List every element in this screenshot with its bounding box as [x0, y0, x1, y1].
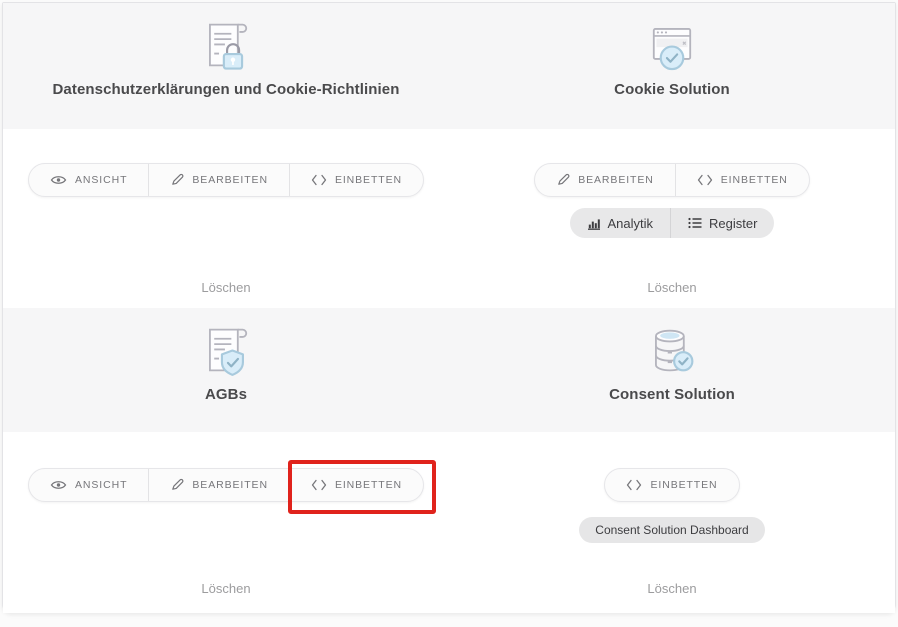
button-label: EINBETTEN — [335, 479, 402, 491]
button-label: BEARBEITEN — [192, 174, 268, 186]
privacy-view-button[interactable]: ANSICHT — [29, 164, 148, 196]
eye-icon — [50, 479, 67, 491]
privacy-actions: ANSICHT BEARBEITEN EINBETTEN Löschen — [3, 129, 449, 308]
actions-row-2: ANSICHT BEARBEITEN EINBETTEN Löschen — [3, 432, 895, 613]
agb-actions: ANSICHT BEARBEITEN EINBETTEN Löschen — [3, 432, 449, 613]
button-label: Analytik — [608, 216, 654, 231]
button-label: BEARBEITEN — [192, 479, 268, 491]
privacy-edit-button[interactable]: BEARBEITEN — [148, 164, 289, 196]
tile-title: AGBs — [205, 386, 247, 403]
cookie-edit-button[interactable]: BEARBEITEN — [535, 164, 675, 196]
cookie-register-button[interactable]: Register — [670, 208, 774, 238]
button-label: EINBETTEN — [721, 174, 788, 186]
cookie-secondary-group: Analytik Register — [570, 208, 775, 238]
code-icon — [626, 479, 642, 491]
tile-consent-solution: Consent Solution — [449, 308, 895, 432]
privacy-button-group: ANSICHT BEARBEITEN EINBETTEN — [28, 163, 424, 197]
tile-privacy-policies: Datenschutzerklärungen und Cookie-Richtl… — [3, 3, 449, 129]
agb-delete-link[interactable]: Löschen — [201, 581, 250, 596]
eye-icon — [50, 174, 67, 186]
privacy-delete-link[interactable]: Löschen — [201, 280, 250, 295]
actions-row-1: ANSICHT BEARBEITEN EINBETTEN Löschen — [3, 129, 895, 308]
button-label: BEARBEITEN — [578, 174, 654, 186]
pencil-icon — [556, 173, 570, 187]
document-lock-icon — [196, 14, 256, 76]
consent-delete-link[interactable]: Löschen — [647, 581, 696, 596]
tile-agb: AGBs — [3, 308, 449, 432]
cookie-solution-actions: BEARBEITEN EINBETTEN — [449, 129, 895, 308]
cookie-embed-button[interactable]: EINBETTEN — [675, 164, 809, 196]
tiles-row-1: Datenschutzerklärungen und Cookie-Richtl… — [3, 3, 895, 129]
tiles-row-2: AGBs Consent Solution — [3, 308, 895, 432]
button-label: ANSICHT — [75, 479, 127, 491]
cookie-button-group: BEARBEITEN EINBETTEN — [534, 163, 810, 197]
button-label: EINBETTEN — [335, 174, 402, 186]
button-label: Register — [709, 216, 757, 231]
code-icon — [697, 174, 713, 186]
browser-cookie-check-icon — [642, 14, 702, 76]
code-icon — [311, 174, 327, 186]
privacy-embed-button[interactable]: EINBETTEN — [289, 164, 423, 196]
agb-button-group: ANSICHT BEARBEITEN EINBETTEN — [28, 468, 424, 502]
tile-title: Datenschutzerklärungen und Cookie-Richtl… — [52, 81, 399, 98]
list-icon — [688, 217, 702, 229]
agb-view-button[interactable]: ANSICHT — [29, 469, 148, 501]
button-label: ANSICHT — [75, 174, 127, 186]
cookie-analytics-button[interactable]: Analytik — [570, 208, 671, 238]
consent-embed-button[interactable]: EINBETTEN — [605, 469, 738, 501]
button-label: EINBETTEN — [650, 479, 717, 491]
tile-title: Consent Solution — [609, 386, 735, 403]
pencil-icon — [170, 478, 184, 492]
tile-cookie-solution: Cookie Solution — [449, 3, 895, 129]
documents-panel: Datenschutzerklärungen und Cookie-Richtl… — [2, 2, 896, 613]
agb-embed-button[interactable]: EINBETTEN — [289, 469, 423, 501]
cookie-delete-link[interactable]: Löschen — [647, 280, 696, 295]
consent-button-group: EINBETTEN — [604, 468, 739, 502]
consent-actions: EINBETTEN Consent Solution Dashboard Lös… — [449, 432, 895, 613]
document-shield-icon — [196, 319, 256, 381]
tile-title: Cookie Solution — [614, 81, 730, 98]
consent-dashboard-button[interactable]: Consent Solution Dashboard — [579, 517, 764, 543]
pencil-icon — [170, 173, 184, 187]
code-icon — [311, 479, 327, 491]
bar-chart-icon — [587, 217, 601, 230]
database-check-icon — [642, 319, 702, 381]
agb-edit-button[interactable]: BEARBEITEN — [148, 469, 289, 501]
